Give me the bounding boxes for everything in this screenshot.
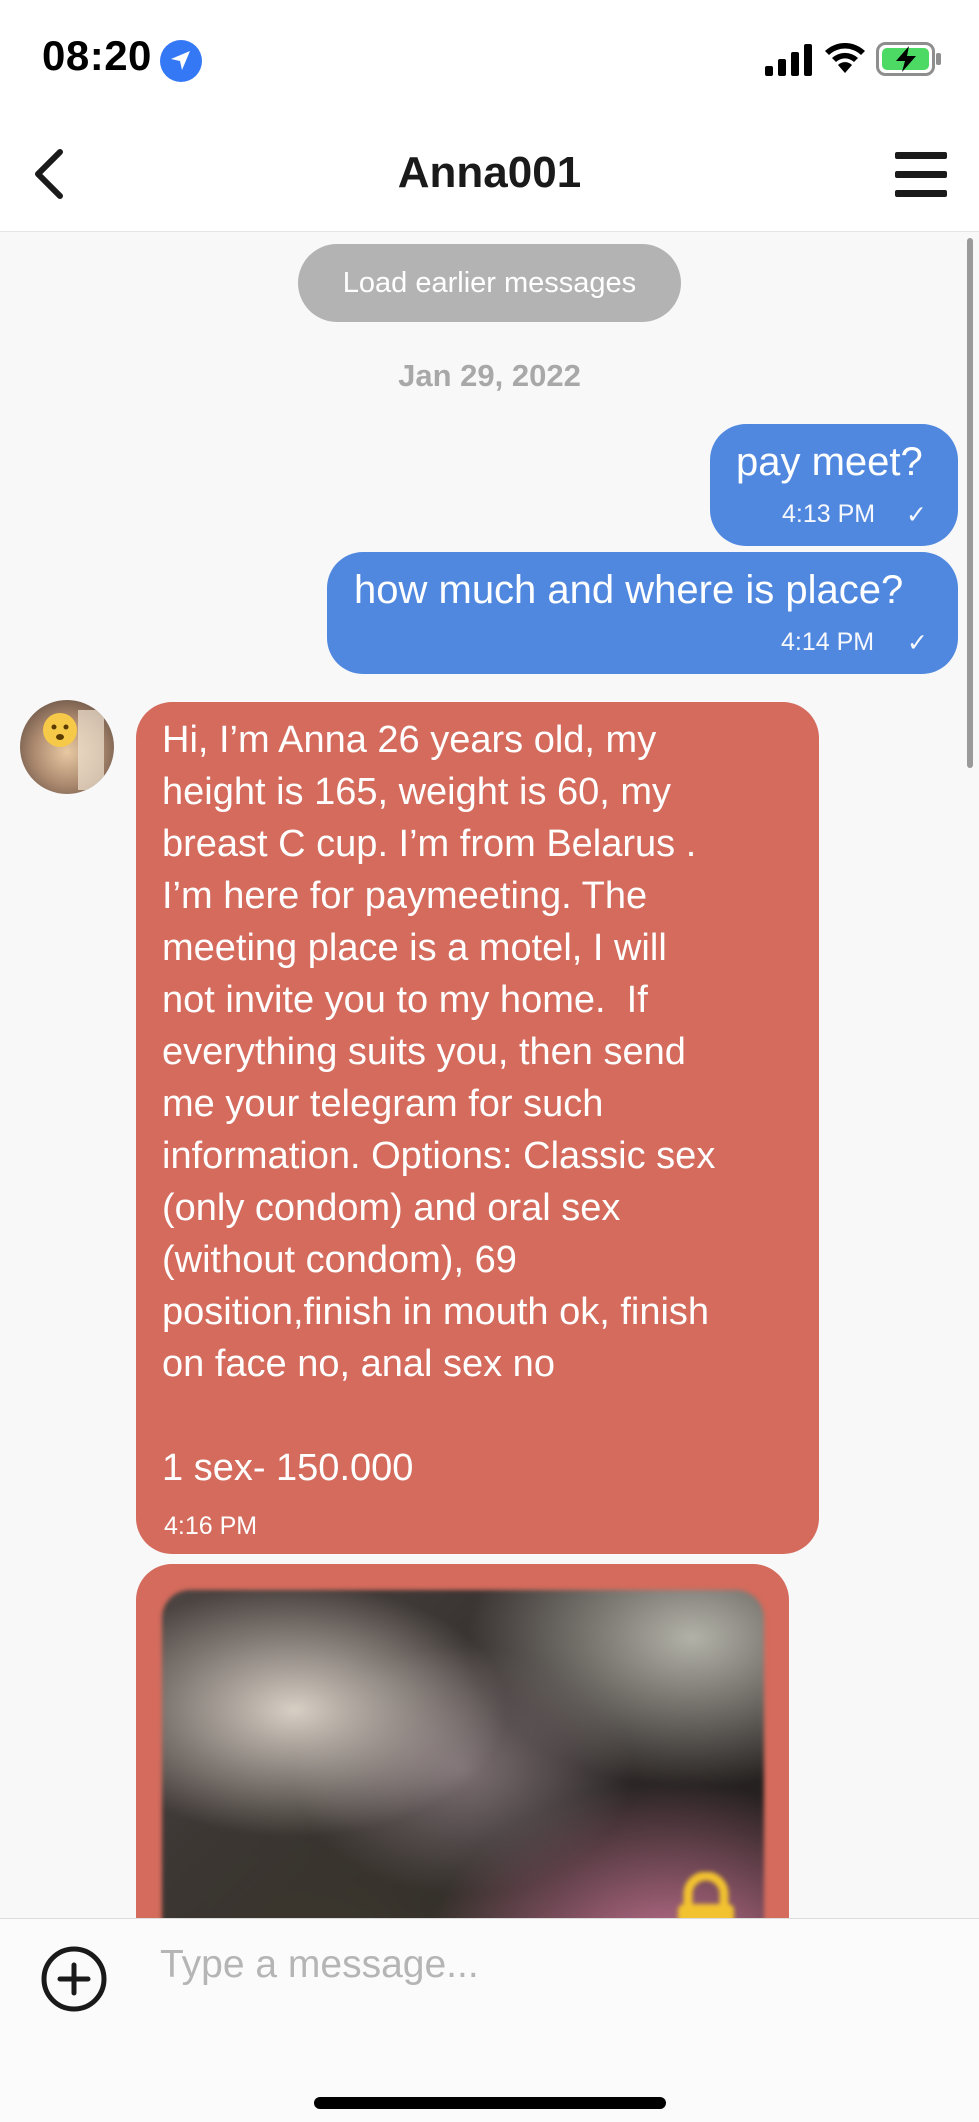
load-earlier-button[interactable]: Load earlier messages [298,244,681,322]
plus-circle-icon [41,1946,107,2012]
message-time: 4:16 PM [164,1512,258,1540]
chat-title: Anna001 [397,148,582,197]
outgoing-message[interactable]: pay meet? 4:13 PM ✓ [710,424,958,546]
chat-header: Anna001 [0,120,979,232]
locked-photo[interactable] [162,1590,764,1918]
cellular-signal-icon [765,44,813,81]
incoming-image-message[interactable] [136,1564,789,1918]
message-input[interactable] [160,1935,940,1995]
emoji-face-icon [43,710,104,790]
battery-charging-icon [876,42,942,81]
location-arrow-icon [160,40,202,82]
lock-icon [678,1872,734,1918]
sent-check-icon: ✓ [906,501,927,529]
date-separator: Jan 29, 2022 [398,358,581,393]
scrollbar[interactable] [967,238,973,768]
hamburger-menu-button[interactable] [895,150,951,200]
hamburger-menu-icon [895,152,947,159]
status-bar: 08:20 [0,0,979,120]
incoming-message[interactable]: Hi, I’m Anna 26 years old, my height is … [136,702,819,1554]
add-attachment-button[interactable] [40,1945,108,2013]
chat-screen: 08:20 Anna001 Load earlier messages Jan … [0,0,979,2122]
avatar[interactable] [20,700,114,794]
status-time: 08:20 [42,32,152,79]
wifi-icon [824,40,866,79]
message-text: how much and where is place? [354,568,904,612]
composer [0,1918,979,2122]
message-time: 4:13 PM [782,500,876,528]
home-indicator[interactable] [314,2097,666,2109]
message-text: pay meet? [736,440,923,484]
outgoing-message[interactable]: how much and where is place? 4:14 PM ✓ [327,552,958,674]
message-list[interactable]: Load earlier messages Jan 29, 2022 pay m… [0,232,979,1918]
message-time: 4:14 PM [781,628,875,656]
sent-check-icon: ✓ [907,629,928,657]
message-text: Hi, I’m Anna 26 years old, my height is … [162,719,716,1489]
